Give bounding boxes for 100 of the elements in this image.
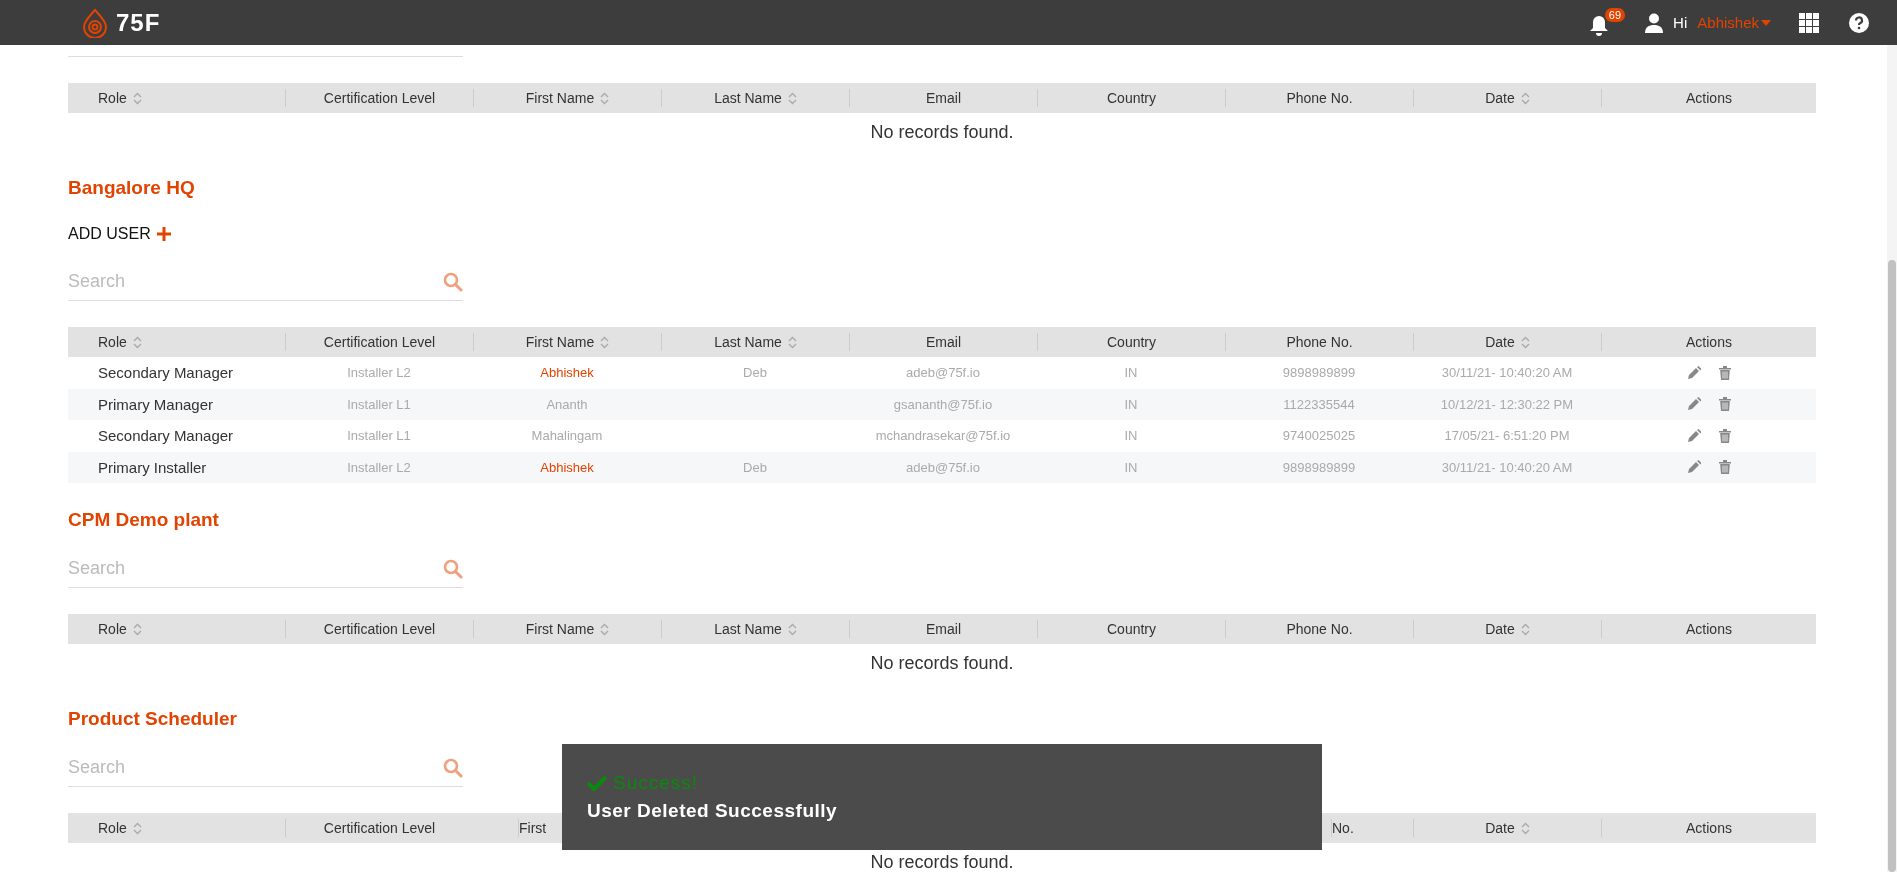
edit-icon[interactable] bbox=[1686, 428, 1701, 443]
table-cell-text: Secondary Manager bbox=[97, 427, 235, 445]
column-header: No. bbox=[1332, 820, 1354, 836]
column-header[interactable]: Last Name bbox=[714, 334, 782, 350]
greeting-text: Hi bbox=[1673, 14, 1688, 31]
column-header: Certification Level bbox=[323, 334, 436, 350]
sort-icon[interactable] bbox=[600, 622, 610, 636]
table-cell-text: 30/11/21- 10:40:20 AM bbox=[1440, 459, 1574, 475]
edit-icon[interactable] bbox=[1686, 397, 1701, 412]
table-cell-text: Installer L2 bbox=[346, 365, 412, 381]
column-header[interactable]: Role bbox=[98, 820, 127, 836]
sort-icon[interactable] bbox=[1520, 335, 1530, 349]
sort-icon[interactable] bbox=[132, 821, 142, 835]
column-header[interactable]: Date bbox=[1485, 621, 1515, 637]
column-header[interactable]: Last Name bbox=[714, 90, 782, 106]
column-header: Actions bbox=[1686, 334, 1732, 350]
table-cell-text: IN bbox=[1123, 365, 1139, 381]
column-header[interactable]: Role bbox=[98, 621, 127, 637]
table-cell-text: adeb@75f.io bbox=[905, 365, 981, 381]
sort-icon[interactable] bbox=[132, 622, 142, 636]
sort-icon[interactable] bbox=[600, 335, 610, 349]
notification-badge: 69 bbox=[1604, 7, 1626, 22]
table-cell-text: mchandrasekar@75f.io bbox=[874, 428, 1012, 444]
sort-icon[interactable] bbox=[787, 91, 797, 105]
table-cell-text: IN bbox=[1123, 428, 1139, 444]
column-header: Actions bbox=[1686, 820, 1732, 836]
column-header: Country bbox=[1107, 621, 1156, 637]
search-icon[interactable] bbox=[443, 271, 463, 292]
table-cell-text: 17/05/21- 6:51:20 PM bbox=[1443, 428, 1571, 444]
delete-icon[interactable] bbox=[1718, 460, 1731, 475]
column-header[interactable]: Role bbox=[98, 90, 127, 106]
search-icon[interactable] bbox=[443, 558, 463, 579]
help-icon[interactable] bbox=[1849, 12, 1869, 33]
logo-icon bbox=[80, 7, 110, 38]
edit-icon[interactable] bbox=[1686, 365, 1701, 380]
column-header: Certification Level bbox=[323, 820, 436, 836]
column-header[interactable]: First Name bbox=[525, 334, 595, 350]
sort-icon[interactable] bbox=[132, 91, 142, 105]
column-header[interactable]: Date bbox=[1485, 820, 1515, 836]
table-cell-text: Primary Installer bbox=[97, 458, 208, 476]
toast-title: Success! bbox=[613, 772, 699, 794]
column-header: Phone No. bbox=[1286, 90, 1353, 106]
table-cell-text: Installer L1 bbox=[346, 396, 412, 412]
section-title: Bangalore HQ bbox=[68, 176, 196, 200]
column-header: Country bbox=[1107, 90, 1156, 106]
table-cell-text: Abhishek bbox=[539, 365, 595, 381]
table-cell-text: Secondary Manager bbox=[97, 364, 235, 382]
column-header: Email bbox=[926, 621, 961, 637]
column-header: Actions bbox=[1686, 90, 1732, 106]
notification-button[interactable]: 69 bbox=[1589, 7, 1626, 38]
column-header[interactable]: First Name bbox=[525, 90, 595, 106]
search-field[interactable]: Search bbox=[68, 271, 443, 292]
column-header: Phone No. bbox=[1286, 334, 1353, 350]
column-header: Phone No. bbox=[1286, 621, 1353, 637]
search-field[interactable]: Search bbox=[68, 757, 443, 778]
table-cell-text: Deb bbox=[742, 459, 768, 475]
table-cell-text: IN bbox=[1123, 459, 1139, 475]
section-title: CPM Demo plant bbox=[68, 508, 220, 532]
sort-icon[interactable] bbox=[787, 622, 797, 636]
column-header: Actions bbox=[1686, 621, 1732, 637]
sort-icon[interactable] bbox=[132, 335, 142, 349]
column-header: Certification Level bbox=[323, 90, 436, 106]
table-cell-text: Primary Manager bbox=[97, 395, 215, 413]
sort-icon[interactable] bbox=[1520, 91, 1530, 105]
sort-icon[interactable] bbox=[1520, 622, 1530, 636]
empty-message: No records found. bbox=[870, 652, 1014, 674]
delete-icon[interactable] bbox=[1718, 428, 1731, 443]
edit-icon[interactable] bbox=[1686, 460, 1701, 475]
column-header[interactable]: Last Name bbox=[714, 621, 782, 637]
check-icon bbox=[587, 775, 607, 791]
sort-icon[interactable] bbox=[600, 91, 610, 105]
column-header[interactable]: Date bbox=[1485, 90, 1515, 106]
table-cell-text: 9740025025 bbox=[1281, 428, 1357, 444]
column-header[interactable]: First Name bbox=[525, 621, 595, 637]
toast-message: User Deleted Successfully bbox=[587, 800, 839, 822]
sort-icon[interactable] bbox=[787, 335, 797, 349]
column-header: Country bbox=[1107, 334, 1156, 350]
scrollbar[interactable] bbox=[1887, 45, 1897, 872]
apps-grid-icon[interactable] bbox=[1799, 12, 1819, 33]
column-header[interactable]: Role bbox=[98, 334, 127, 350]
column-header: First bbox=[519, 820, 547, 836]
table-cell-text: 1122335544 bbox=[1282, 396, 1356, 412]
table-cell-text: 30/11/21- 10:40:20 AM bbox=[1440, 365, 1574, 381]
table-cell-text: Mahalingam bbox=[530, 428, 604, 444]
table-cell-text: Installer L2 bbox=[346, 459, 412, 475]
search-field[interactable]: Search bbox=[68, 558, 443, 579]
add-user-button[interactable]: ADD USER bbox=[68, 223, 171, 245]
table-cell-text: 9898989899 bbox=[1281, 365, 1357, 381]
search-icon[interactable] bbox=[443, 757, 463, 778]
column-header[interactable]: Date bbox=[1485, 334, 1515, 350]
sort-icon[interactable] bbox=[1520, 821, 1530, 835]
section-title: Product Scheduler bbox=[68, 707, 238, 731]
delete-icon[interactable] bbox=[1718, 397, 1731, 412]
empty-message: No records found. bbox=[870, 851, 1014, 872]
empty-message: No records found. bbox=[870, 121, 1014, 143]
bell-icon bbox=[1589, 14, 1610, 37]
delete-icon[interactable] bbox=[1718, 365, 1731, 380]
table-cell-text: gsananth@75f.io bbox=[892, 396, 994, 412]
caret-icon bbox=[1761, 19, 1771, 26]
column-header: Email bbox=[926, 334, 961, 350]
